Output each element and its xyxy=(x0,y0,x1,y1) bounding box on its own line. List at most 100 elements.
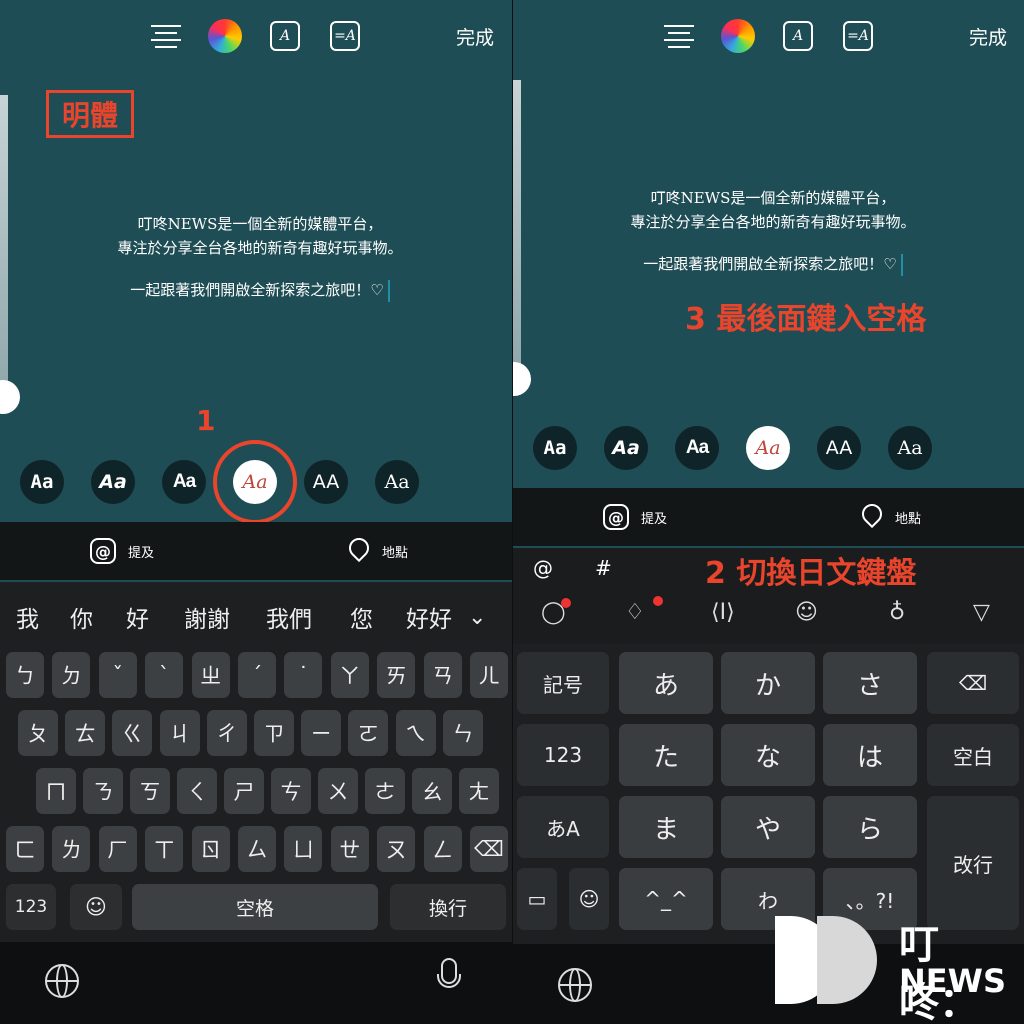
text-animation-icon[interactable]: =A xyxy=(328,16,362,56)
zhuyin-key[interactable]: ㄔ xyxy=(206,710,247,756)
zhuyin-key[interactable]: ㄈ xyxy=(6,826,44,872)
text-size-slider-knob[interactable] xyxy=(513,362,531,396)
space-key[interactable]: 空白 xyxy=(927,724,1019,786)
zhuyin-key[interactable]: ㄢ xyxy=(423,652,462,698)
zhuyin-key[interactable]: ㄠ xyxy=(412,768,452,814)
bear-face-icon[interactable]: ☺ xyxy=(795,600,818,625)
zhuyin-key[interactable]: ˇ xyxy=(98,652,137,698)
symbols-key[interactable]: 記号 xyxy=(517,652,609,714)
font-option-2[interactable]: Aa xyxy=(604,426,648,470)
candidate-5[interactable]: 我們 xyxy=(266,600,312,634)
candidate-2[interactable]: 你 xyxy=(70,600,93,634)
done-button[interactable]: 完成 xyxy=(965,16,1011,56)
cursor-move-icon[interactable]: ⟨I⟩ xyxy=(711,600,735,625)
text-effect-icon[interactable]: A xyxy=(268,16,302,56)
zhuyin-key[interactable]: ㄤ xyxy=(459,768,499,814)
enter-key[interactable]: 換行 xyxy=(390,884,506,930)
text-size-slider[interactable] xyxy=(513,80,521,370)
emoji-key[interactable]: ☺ xyxy=(70,884,122,930)
font-option-5[interactable]: AA xyxy=(304,460,348,504)
zhuyin-key[interactable]: ㄘ xyxy=(271,768,311,814)
kana-key[interactable]: か xyxy=(721,652,815,714)
candidate-7[interactable]: 好好 xyxy=(406,600,452,634)
font-option-6[interactable]: Aa xyxy=(375,460,419,504)
zhuyin-key[interactable]: ㄊ xyxy=(65,710,106,756)
zhuyin-key[interactable]: ˋ xyxy=(145,652,184,698)
clipboard-icon[interactable]: ▭ xyxy=(517,868,557,930)
font-option-6[interactable]: Aa xyxy=(888,426,932,470)
zhuyin-key[interactable]: ㄑ xyxy=(177,768,217,814)
font-option-3[interactable]: Aa xyxy=(675,426,719,470)
location-button[interactable]: 地點 xyxy=(348,522,408,580)
zhuyin-key[interactable]: ㄓ xyxy=(191,652,230,698)
zhuyin-key[interactable]: ㄣ xyxy=(442,710,483,756)
zhuyin-key[interactable]: ㄖ xyxy=(191,826,230,872)
backspace-key[interactable]: ⌫ xyxy=(470,826,508,872)
chevron-down-icon[interactable]: ⌄ xyxy=(468,605,486,630)
location-button[interactable]: 地點 xyxy=(861,488,921,546)
candidate-4[interactable]: 謝謝 xyxy=(184,600,230,634)
zhuyin-key[interactable]: ㄟ xyxy=(395,710,436,756)
zhuyin-key[interactable]: ㄨ xyxy=(318,768,358,814)
zhuyin-key[interactable]: ㄧ xyxy=(301,710,342,756)
zhuyin-key[interactable]: ㄅ xyxy=(6,652,44,698)
zhuyin-key[interactable]: ˙ xyxy=(284,652,323,698)
font-option-5[interactable]: AA xyxy=(817,426,861,470)
font-option-3[interactable]: Aa xyxy=(162,460,206,504)
quick-hash[interactable]: # xyxy=(595,556,612,580)
tshirt-icon[interactable]: ♢ xyxy=(625,600,645,625)
text-align-icon[interactable] xyxy=(150,16,182,56)
zhuyin-key[interactable]: ㄕ xyxy=(224,768,264,814)
kana-key[interactable]: ^_^ xyxy=(619,868,713,930)
zhuyin-key[interactable]: ㄌ xyxy=(52,826,91,872)
numeric-key[interactable]: 123 xyxy=(6,884,56,930)
zhuyin-key[interactable]: ㄏ xyxy=(98,826,137,872)
zhuyin-key[interactable]: ㄡ xyxy=(377,826,416,872)
mention-button[interactable]: @ 提及 xyxy=(90,522,154,580)
zhuyin-key[interactable]: ㄛ xyxy=(348,710,389,756)
mention-button[interactable]: @ 提及 xyxy=(603,488,667,546)
kana-key[interactable]: な xyxy=(721,724,815,786)
kana-key[interactable]: ら xyxy=(823,796,917,858)
done-button[interactable]: 完成 xyxy=(452,16,498,56)
enter-key[interactable]: 改行 xyxy=(927,796,1019,930)
zhuyin-key[interactable]: ㄥ xyxy=(423,826,462,872)
zhuyin-key[interactable]: ㄍ xyxy=(112,710,153,756)
font-option-2[interactable]: Aa xyxy=(91,460,135,504)
zhuyin-key[interactable]: ㄝ xyxy=(330,826,369,872)
candidate-3[interactable]: 好 xyxy=(126,600,149,634)
zhuyin-key[interactable]: ㄚ xyxy=(330,652,369,698)
zhuyin-key[interactable]: ㄜ xyxy=(365,768,405,814)
zhuyin-key[interactable]: ㄋ xyxy=(83,768,123,814)
backspace-key[interactable]: ⌫ xyxy=(927,652,1019,714)
story-text[interactable]: 叮咚NEWS是一個全新的媒體平台， 專注於分享全台各地的新奇有趣好玩事物。 一起… xyxy=(613,186,933,276)
candidate-6[interactable]: 您 xyxy=(350,600,373,634)
font-option-serif-selected[interactable]: Aa xyxy=(746,426,790,470)
zhuyin-key[interactable]: ㄩ xyxy=(284,826,323,872)
space-key[interactable]: 空格 xyxy=(132,884,378,930)
zhuyin-key[interactable]: ㄦ xyxy=(470,652,508,698)
color-wheel-icon[interactable] xyxy=(720,16,756,56)
zhuyin-key[interactable]: ㄙ xyxy=(238,826,276,872)
zhuyin-key[interactable]: ㄒ xyxy=(145,826,184,872)
kana-key[interactable]: ま xyxy=(619,796,713,858)
kana-key[interactable]: は xyxy=(823,724,917,786)
numeric-key[interactable]: 123 xyxy=(517,724,609,786)
collapse-keyboard-icon[interactable]: ▽ xyxy=(973,600,990,625)
kana-key[interactable]: あ xyxy=(619,652,713,714)
zhuyin-key[interactable]: ㄎ xyxy=(130,768,170,814)
font-option-1[interactable]: Aa xyxy=(20,460,64,504)
kana-key[interactable]: た xyxy=(619,724,713,786)
text-size-slider-knob[interactable] xyxy=(0,380,20,414)
zhuyin-key[interactable]: ㄆ xyxy=(18,710,58,756)
kana-key[interactable]: や xyxy=(721,796,815,858)
candidate-1[interactable]: 我 xyxy=(16,600,39,634)
kana-alpha-toggle-key[interactable]: あA xyxy=(517,796,609,858)
text-animation-icon[interactable]: =A xyxy=(841,16,875,56)
text-size-slider[interactable] xyxy=(0,95,8,395)
zhuyin-key[interactable]: ㄗ xyxy=(254,710,294,756)
zhuyin-key[interactable]: ㄞ xyxy=(377,652,416,698)
voice-input-icon[interactable]: ♁ xyxy=(889,600,905,625)
emoji-icon[interactable]: ☺ xyxy=(569,868,609,930)
text-effect-icon[interactable]: A xyxy=(781,16,815,56)
